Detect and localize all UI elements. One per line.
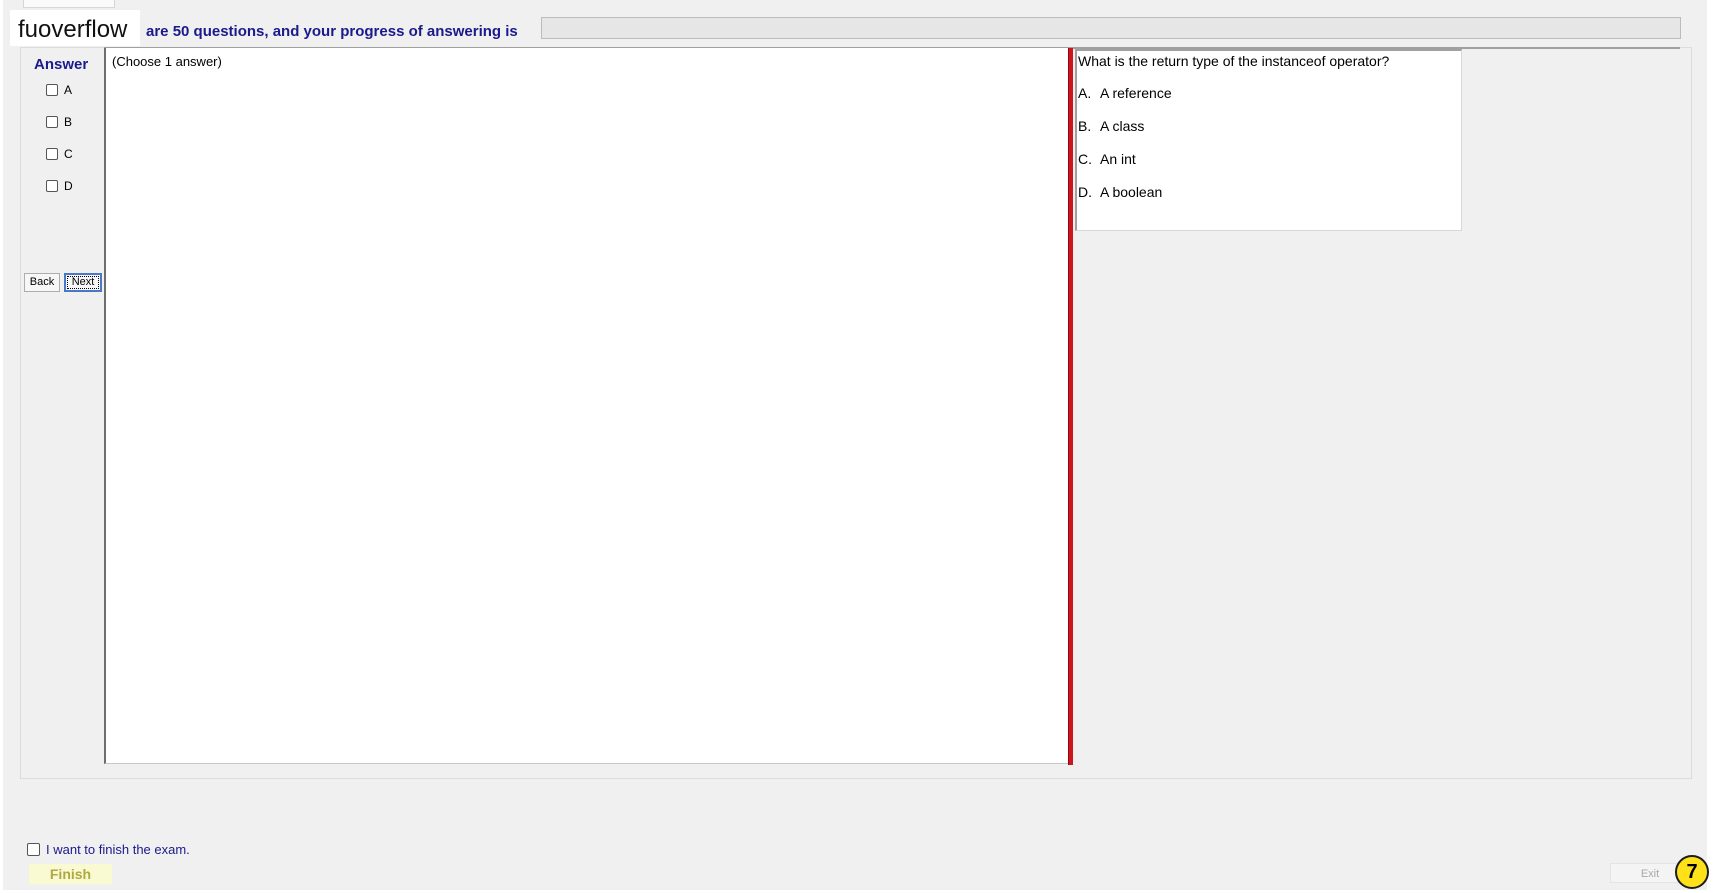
option-text: A class [1100,118,1145,134]
progress-label: are 50 questions, and your progress of a… [146,23,518,40]
answer-option-label: C [64,147,73,161]
answer-option-label: A [64,83,73,97]
finish-exam-checkbox[interactable]: I want to finish the exam. [27,842,190,857]
question-option-a: A. A reference [1078,85,1172,101]
watermark-label: fuoverflow [10,10,140,46]
question-option-d: D. A boolean [1078,184,1162,200]
finish-button[interactable]: Finish [29,864,112,884]
answer-option-c[interactable]: C [46,147,73,161]
option-letter: D. [1078,184,1092,200]
checkbox-a[interactable] [46,84,58,96]
choose-instruction: (Choose 1 answer) [112,54,222,69]
question-panel: What is the return type of the instanceo… [1075,49,1462,231]
answer-option-a[interactable]: A [46,83,72,97]
next-button[interactable]: Next [64,273,102,292]
question-option-c: C. An int [1078,151,1136,167]
option-text: A boolean [1100,184,1163,200]
finish-checkbox-box[interactable] [27,843,40,856]
checkbox-b[interactable] [46,116,58,128]
answer-option-b[interactable]: B [46,115,72,129]
answer-option-label: B [64,115,73,129]
option-letter: B. [1078,118,1092,134]
finish-checkbox-label: I want to finish the exam. [46,842,190,857]
question-option-b: B. A class [1078,118,1144,134]
panel-splitter[interactable] [1068,48,1073,765]
option-letter: C. [1078,151,1092,167]
top-tab[interactable] [23,0,115,8]
back-button[interactable]: Back [24,273,60,292]
option-text: An int [1100,151,1136,167]
checkbox-c[interactable] [46,148,58,160]
number-badge: 7 [1675,855,1709,889]
answer-option-label: D [64,179,73,193]
answer-option-d[interactable]: D [46,179,73,193]
answer-content-panel: (Choose 1 answer) [104,48,1068,764]
option-text: A reference [1100,85,1172,101]
checkbox-d[interactable] [46,180,58,192]
question-text: What is the return type of the instanceo… [1078,53,1390,69]
option-letter: A. [1078,85,1092,101]
progress-bar [541,17,1681,39]
answer-title: Answer [34,56,89,73]
